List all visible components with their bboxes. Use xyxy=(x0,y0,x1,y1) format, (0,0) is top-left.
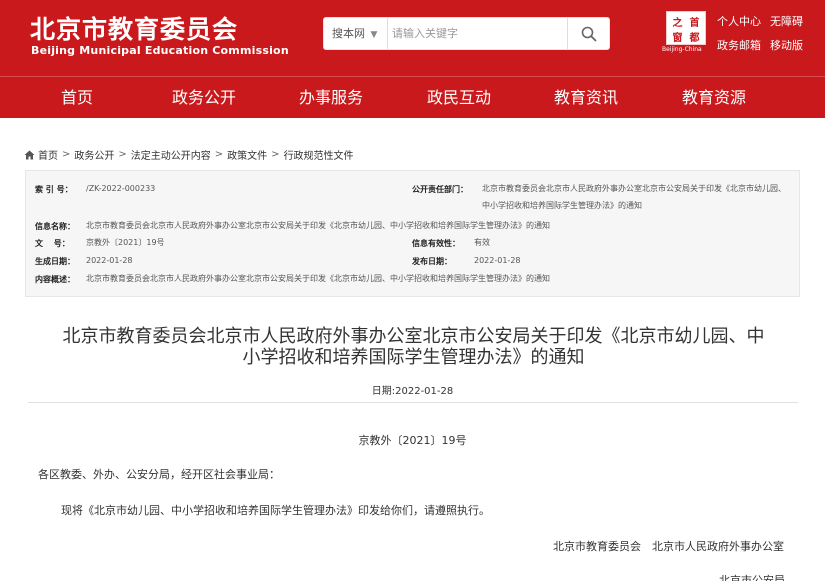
breadcrumb-separator: > xyxy=(214,149,224,160)
site-logo-title[interactable]: 北京市教育委员会 xyxy=(30,10,238,46)
seal-char: 之 xyxy=(672,18,683,29)
published-date-label: 发布日期： xyxy=(412,257,452,266)
index-number-label: 索 引 号： xyxy=(35,185,73,194)
article-signers: 北京市教育委员会 北京市人民政府外事办公室 xyxy=(553,540,784,553)
nav-item-interaction[interactable]: 政民互动 xyxy=(427,77,491,118)
search-bar: 搜本网 ▼ xyxy=(323,17,610,50)
breadcrumb-separator: > xyxy=(271,149,280,160)
divider xyxy=(28,402,798,403)
search-scope-select[interactable]: 搜本网 ▼ xyxy=(324,18,388,49)
personal-center-link[interactable]: 个人中心 xyxy=(717,13,761,29)
article-body: 现将《北京市幼儿园、中小学招收和培养国际学生管理办法》印发给你们，请遵照执行。 xyxy=(61,504,490,517)
index-number-value: /ZK-2022-000233 xyxy=(86,184,156,193)
seal-char: 窗 xyxy=(672,33,683,44)
site-header: 北京市教育委员会 Beijing Municipal Education Com… xyxy=(0,0,825,76)
accessibility-link[interactable]: 无障碍 xyxy=(770,13,803,29)
summary-value: 北京市教育委员会北京市人民政府外事办公室北京市公安局关于印发《北京市幼儿园、中小… xyxy=(86,274,550,283)
summary-label: 内容概述： xyxy=(35,275,75,284)
info-name-value: 北京市教育委员会北京市人民政府外事办公室北京市公安局关于印发《北京市幼儿园、中小… xyxy=(86,221,550,230)
seal-caption: Beijing-China xyxy=(662,46,702,53)
breadcrumb-home[interactable]: 首页 xyxy=(38,147,58,162)
created-date-value: 2022-01-28 xyxy=(86,256,133,265)
nav-item-news[interactable]: 教育资讯 xyxy=(554,77,618,118)
mobile-version-link[interactable]: 移动版 xyxy=(770,37,803,53)
published-date-value: 2022-01-28 xyxy=(474,256,521,265)
search-input[interactable] xyxy=(392,18,564,49)
seal-char: 首 xyxy=(689,18,700,29)
validity-label: 信息有效性： xyxy=(412,239,460,248)
capital-window-logo[interactable]: 之 首 窗 都 xyxy=(666,11,706,45)
nav-item-services[interactable]: 办事服务 xyxy=(299,77,363,118)
chevron-down-icon: ▼ xyxy=(370,30,378,40)
info-name-label: 信息名称： xyxy=(35,222,75,231)
article-doc-number: 京教外〔2021〕19号 xyxy=(358,434,467,447)
search-icon xyxy=(581,26,596,41)
created-date-label: 生成日期： xyxy=(35,257,75,266)
nav-item-gov-affairs[interactable]: 政务公开 xyxy=(172,77,236,118)
article-date: 日期:2022-01-28 xyxy=(371,386,454,397)
validity-value: 有效 xyxy=(474,238,490,247)
nav-item-home[interactable]: 首页 xyxy=(61,77,93,118)
home-icon xyxy=(24,150,35,159)
search-scope-label: 搜本网 xyxy=(332,27,365,40)
nav-item-resources[interactable]: 教育资源 xyxy=(682,77,746,118)
doc-number-label: 文 号： xyxy=(35,239,70,248)
breadcrumb-statutory[interactable]: 法定主动公开内容 xyxy=(131,147,211,162)
article-title-line2: 小学招收和培养国际学生管理办法》的通知 xyxy=(242,347,585,368)
doc-number-value: 京教外〔2021〕19号 xyxy=(86,238,165,247)
site-logo-subtitle: Beijing Municipal Education Commission xyxy=(31,44,289,57)
gov-mail-link[interactable]: 政务邮箱 xyxy=(717,37,761,53)
search-button[interactable] xyxy=(567,18,609,49)
article-title-line1: 北京市教育委员会北京市人民政府外事办公室北京市公安局关于印发《北京市幼儿园、中 xyxy=(62,326,765,347)
breadcrumb-separator: > xyxy=(118,149,127,160)
article-signer-police: 北京市公安局 xyxy=(719,574,785,581)
responsible-dept-label: 公开责任部门： xyxy=(412,185,468,194)
main-nav: 首页 政务公开 办事服务 政民互动 教育资讯 教育资源 xyxy=(0,76,825,118)
responsible-dept-line2: 中小学招收和培养国际学生管理办法》的通知 xyxy=(482,201,642,210)
document-metadata-box: 索 引 号： /ZK-2022-000233 公开责任部门： 北京市教育委员会北… xyxy=(25,170,800,297)
article-title: 北京市教育委员会北京市人民政府外事办公室北京市公安局关于印发《北京市幼儿园、中 … xyxy=(30,326,797,368)
breadcrumb: 首页 > 政务公开 > 法定主动公开内容 > 政策文件 > 行政规范性文件 xyxy=(24,147,354,162)
breadcrumb-normative[interactable]: 行政规范性文件 xyxy=(284,147,354,162)
breadcrumb-separator: > xyxy=(62,149,71,160)
breadcrumb-policy[interactable]: 政策文件 xyxy=(227,147,267,162)
breadcrumb-gov-affairs[interactable]: 政务公开 xyxy=(74,147,114,162)
seal-char: 都 xyxy=(689,33,700,44)
responsible-dept-line1: 北京市教育委员会北京市人民政府外事办公室北京市公安局关于印发《北京市幼儿园、 xyxy=(482,184,786,193)
article-addressee: 各区教委、外办、公安分局，经开区社会事业局： xyxy=(38,468,280,481)
